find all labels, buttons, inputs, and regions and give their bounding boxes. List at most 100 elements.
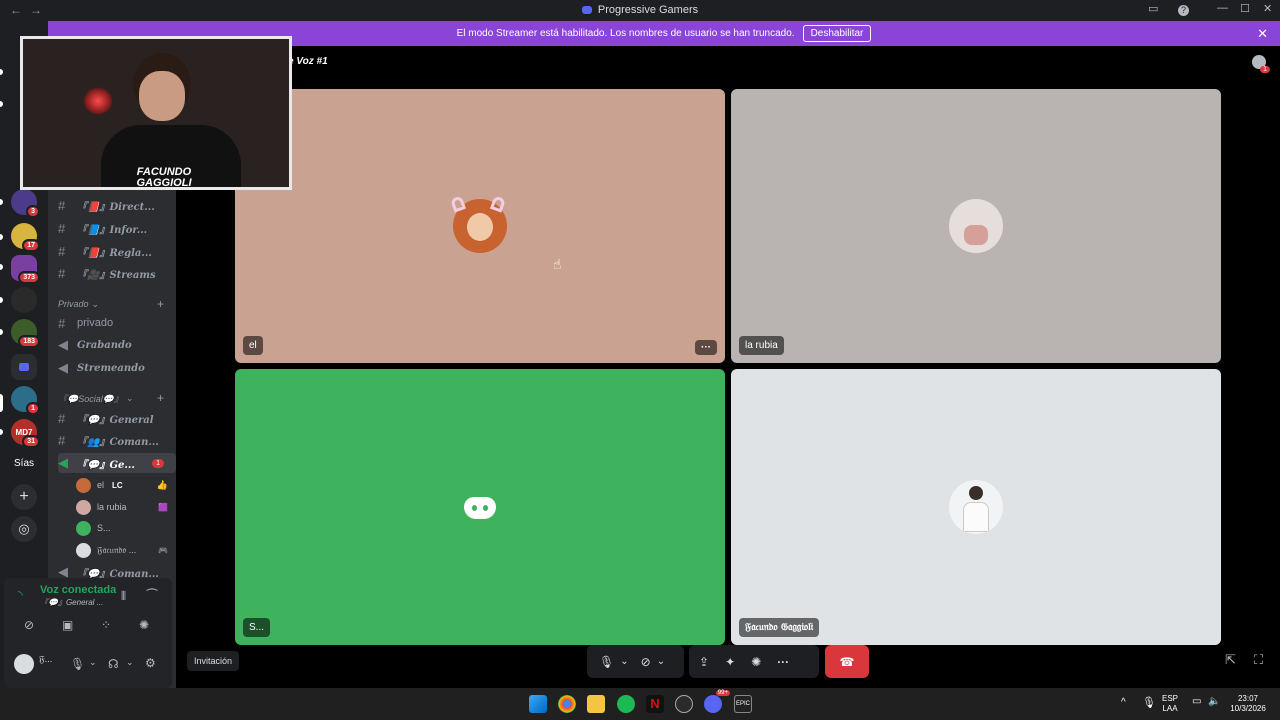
minimize-button[interactable]: — [1217,2,1228,14]
server-icon[interactable]: 373 [11,255,40,284]
soundboard-icon[interactable]: ✺ [139,618,149,632]
fullscreen-icon[interactable]: ⛶ [1254,652,1263,668]
camera-off-icon[interactable]: ⊘ [641,655,651,669]
microphone-tray-icon[interactable]: 🎙 [1142,696,1156,709]
channel-item[interactable]: # 『📕』Direct... [58,195,176,215]
video-tile[interactable]: S... [235,369,725,645]
add-channel-icon[interactable]: + [157,297,164,311]
close-banner-icon[interactable]: ✕ [1257,26,1268,42]
stage-channel-title: e Voz #1 [288,56,328,67]
user-name: 𝔉... [39,654,53,664]
banner-text: El modo Streamer está habilitado. Los no… [456,28,795,39]
hash-icon: # [58,315,66,331]
connection-signal-icon: ◝ [18,588,23,602]
clock[interactable]: 23:07 10/3/2026 [1228,694,1268,714]
title-bar: ←→ Progressive Gamers ▭ ? — ☐ ✕ [0,0,1280,21]
inbox-icon[interactable]: ▭ [1148,2,1158,15]
popout-icon[interactable]: ⇱ [1225,652,1236,668]
avatar [76,542,91,558]
netflix-icon[interactable]: N [646,695,664,713]
voice-channel-name[interactable]: 『💬』General ... [40,597,103,608]
hash-icon: # [58,410,66,426]
settings-gear-icon[interactable]: ⚙ [145,656,156,670]
channel-item[interactable]: # 『🎥』Streams [58,263,176,283]
voice-member[interactable]: el LC 👍 [76,475,168,495]
activities-icon[interactable]: ✦ [725,655,735,669]
hash-icon: # [58,432,66,448]
speaker-icon: ◀ [58,337,68,352]
voice-member[interactable]: 𝔉𝔞𝔠𝔲𝔫𝔡𝔬 ... 🎮 [76,540,168,560]
video-tile[interactable]: el ··· ☝ [235,89,725,363]
close-window-button[interactable]: ✕ [1263,2,1272,15]
voice-status: Voz conectada [40,584,117,596]
server-icon[interactable]: MD7 31 [11,419,40,448]
server-icon[interactable]: 17 [11,223,40,252]
video-tile[interactable]: 𝔉𝔞𝔠𝔲𝔫𝔡𝔬 𝔊𝔞𝔤𝔤𝔦𝔬𝔩𝔦 [731,369,1221,645]
noise-suppression-icon[interactable]: ⫴ [121,589,126,604]
chevron-down-icon[interactable]: ⌄ [89,657,97,668]
screen-share-icon[interactable]: ▣ [62,618,73,632]
channel-item[interactable]: # 『📕』Regla... [58,241,176,261]
chevron-down-icon[interactable]: ⌄ [620,656,628,667]
video-tile[interactable]: la rubia [731,89,1221,363]
server-icon[interactable]: 3 [11,189,40,218]
camera-off-icon[interactable]: ⊘ [24,618,34,632]
microphone-icon[interactable]: 🎙 [70,657,85,671]
more-icon[interactable]: ··· [777,655,789,669]
maximize-button[interactable]: ☐ [1240,2,1250,15]
channel-item[interactable]: # 『📘』Infor... [58,218,176,238]
category-privado[interactable]: Privado ⌄ + [58,294,176,314]
screen-share-icon[interactable]: ⇪ [699,655,709,669]
add-channel-icon[interactable]: + [157,391,164,405]
voice-connection-panel: ◝ Voz conectada 『💬』General ... ⫴ ⏜ ⊘ ▣ ⁘… [4,578,172,688]
server-icon[interactable] [11,287,37,313]
channel-item[interactable]: # 『💬』General [58,408,176,428]
voice-channel-item[interactable]: ◀ Stremeando [58,358,176,378]
chevron-down-icon[interactable]: ⌄ [657,656,665,667]
category-social[interactable]: 『💬Social💬』 ⌄ + [58,388,176,408]
epic-games-icon[interactable]: EPIC [734,695,752,713]
language-indicator[interactable]: ESP LAA [1162,694,1178,714]
server-sias[interactable]: Sías [14,458,34,469]
invite-button[interactable]: Invitación [187,651,240,671]
disconnect-call-button[interactable]: ☎ [825,645,869,678]
voice-channel-active[interactable]: ◀ 『💬』Ge... 1 [58,453,176,473]
activities-icon[interactable]: ⁘ [101,618,111,632]
explore-icon[interactable]: ◎ [11,516,37,542]
disable-button[interactable]: Deshabilitar [802,25,872,42]
channel-item[interactable]: # 『👥』Coman... [58,430,176,450]
avatar [76,499,91,515]
more-options-button[interactable]: ··· [695,340,717,355]
notification-bell-icon[interactable]: 1 [1252,55,1270,73]
chrome-icon[interactable] [558,695,576,713]
voice-member[interactable]: S... [76,518,168,538]
help-icon[interactable]: ? [1178,5,1189,16]
server-icon[interactable]: 183 [11,319,40,348]
steam-icon[interactable] [675,695,693,713]
folder-icon[interactable] [11,354,37,380]
spotify-icon[interactable] [617,695,635,713]
unread-pill [0,234,3,240]
network-icon[interactable]: ▭ [1192,696,1201,707]
channel-item[interactable]: ◀ 『💬』Coman... [58,566,176,578]
chevron-down-icon[interactable]: ⌄ [126,657,134,668]
voice-channel-item[interactable]: ◀ Grabando [58,335,176,355]
volume-icon[interactable]: 🔈 [1208,696,1220,707]
discord-taskbar-icon[interactable]: 99+ [704,690,730,713]
participant-name: el [243,336,263,355]
voice-member[interactable]: la rubia 🟪 [76,497,168,517]
add-server-icon[interactable]: + [11,484,37,510]
soundboard-icon[interactable]: ✺ [751,655,761,669]
avatar [76,477,91,493]
person-face [139,71,185,121]
chevron-up-icon[interactable]: ^ [1121,697,1126,708]
windows-start-icon[interactable] [529,695,547,713]
server-icon[interactable]: 1 [11,386,40,415]
file-explorer-icon[interactable] [587,695,605,713]
headphones-icon[interactable]: ☊ [108,657,119,671]
user-avatar[interactable] [14,654,34,674]
disconnect-icon[interactable]: ⏜ [146,588,158,603]
windows-taskbar: N 99+ EPIC ^ 🎙 ESP LAA ▭ 🔈 23:07 10/3/2026 [0,688,1280,720]
channel-item[interactable]: # privado [58,313,176,333]
microphone-icon[interactable]: 🎙 [599,655,614,669]
